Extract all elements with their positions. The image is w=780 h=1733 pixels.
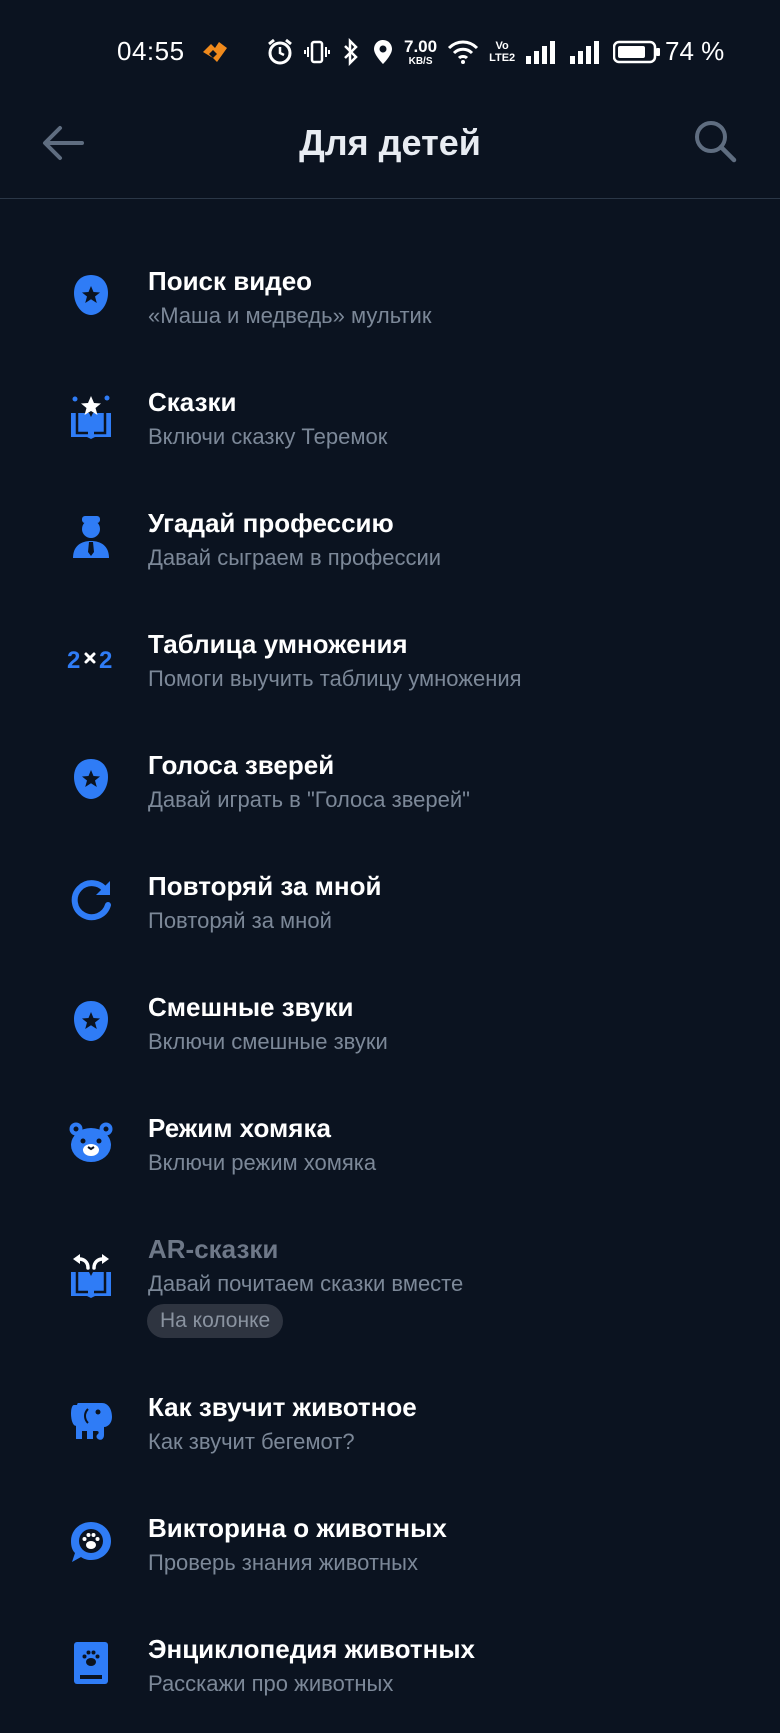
item-subtitle: Как звучит бегемот? [148, 1429, 355, 1454]
ar-book-icon [66, 1250, 116, 1300]
app-notification-icon [203, 42, 227, 62]
skills-list: Поиск видео «Маша и медведь» мультик Ска… [0, 230, 780, 1719]
location-icon [374, 40, 392, 64]
item-title: Поиск видео [148, 266, 313, 296]
list-item-video-search[interactable]: Поиск видео «Маша и медведь» мультик [0, 230, 780, 351]
item-subtitle: Включи сказку Теремок [148, 424, 388, 449]
network-speed: 7.00 KB/S [404, 38, 437, 67]
speed-unit: KB/S [408, 55, 433, 67]
item-subtitle: Повторяй за мной [148, 908, 332, 933]
item-subtitle: Давай играть в "Голоса зверей" [148, 787, 470, 812]
item-title: Викторина о животных [148, 1513, 447, 1543]
star-shield-icon [66, 754, 116, 804]
item-title: Сказки [148, 387, 237, 417]
status-bar: 04:55 7.00 KB/S Vo LTE2 74 % [0, 0, 780, 104]
item-title: Голоса зверей [148, 750, 335, 780]
list-item-animal-encyclopedia[interactable]: Энциклопедия животных Расскажи про живот… [0, 1598, 780, 1719]
vibrate-icon [304, 40, 330, 64]
speed-value: 7.00 [404, 36, 438, 56]
item-subtitle: Расскажи про животных [148, 1671, 394, 1696]
item-subtitle: Давай сыграем в профессии [148, 545, 442, 570]
multiplication-icon: 2 2 [66, 633, 116, 683]
storybook-icon [66, 391, 116, 441]
svg-text:2: 2 [67, 647, 80, 673]
repeat-icon [66, 875, 116, 925]
paw-chat-icon [66, 1517, 116, 1567]
item-title: AR-сказки [148, 1234, 279, 1264]
elephant-icon [66, 1396, 116, 1446]
status-time: 04:55 [117, 36, 185, 66]
star-shield-icon [66, 270, 116, 320]
search-button[interactable] [690, 116, 740, 166]
paw-book-icon [66, 1638, 116, 1688]
item-title: Таблица умножения [148, 629, 408, 659]
item-subtitle: Включи смешные звуки [148, 1029, 388, 1054]
list-item-fairy-tales[interactable]: Сказки Включи сказку Теремок [0, 351, 780, 472]
bluetooth-icon [344, 38, 358, 66]
item-title: Повторяй за мной [148, 871, 382, 901]
item-subtitle: «Маша и медведь» мультик [148, 303, 432, 328]
app-header: Для детей [0, 104, 780, 199]
signal-icon-1 [526, 41, 556, 64]
star-shield-icon [66, 996, 116, 1046]
page-title: Для детей [299, 122, 481, 163]
list-item-animal-quiz[interactable]: Викторина о животных Проверь знания живо… [0, 1477, 780, 1598]
volte-top: Vo [495, 40, 509, 52]
item-subtitle: Проверь знания животных [148, 1550, 418, 1575]
item-title: Угадай профессию [148, 508, 394, 538]
person-icon [66, 512, 116, 562]
svg-text:2: 2 [99, 647, 112, 673]
list-item-repeat-after-me[interactable]: Повторяй за мной Повторяй за мной [0, 835, 780, 956]
battery-percent: 74 % [665, 36, 725, 66]
device-badge: На колонке [147, 1304, 284, 1338]
battery-icon [613, 40, 661, 64]
list-item-animal-voices[interactable]: Голоса зверей Давай играть в "Голоса зве… [0, 714, 780, 835]
item-title: Энциклопедия животных [148, 1634, 475, 1664]
volte-indicator: Vo LTE2 [489, 40, 515, 64]
list-item-multiplication-table[interactable]: 2 2 Таблица умножения Помоги выучить таб… [0, 593, 780, 714]
signal-icon-2 [570, 41, 600, 64]
list-item-animal-sound[interactable]: Как звучит животное Как звучит бегемот? [0, 1356, 780, 1477]
search-icon [695, 121, 737, 163]
list-item-ar-tales[interactable]: AR-сказки Давай почитаем сказки вместе Н… [0, 1198, 780, 1356]
volte-bottom: LTE2 [489, 52, 516, 64]
list-item-hamster-mode[interactable]: Режим хомяка Включи режим хомяка [0, 1077, 780, 1198]
item-subtitle: Помоги выучить таблицу умножения [148, 666, 522, 691]
hamster-icon [66, 1117, 116, 1167]
list-item-funny-sounds[interactable]: Смешные звуки Включи смешные звуки [0, 956, 780, 1077]
item-title: Смешные звуки [148, 992, 354, 1022]
wifi-icon [448, 40, 479, 64]
alarm-icon [268, 38, 292, 65]
item-title: Как звучит животное [148, 1392, 417, 1422]
item-subtitle: Включи режим хомяка [148, 1150, 377, 1175]
item-subtitle: Давай почитаем сказки вместе [148, 1271, 464, 1296]
list-item-guess-profession[interactable]: Угадай профессию Давай сыграем в професс… [0, 472, 780, 593]
item-title: Режим хомяка [148, 1113, 331, 1143]
